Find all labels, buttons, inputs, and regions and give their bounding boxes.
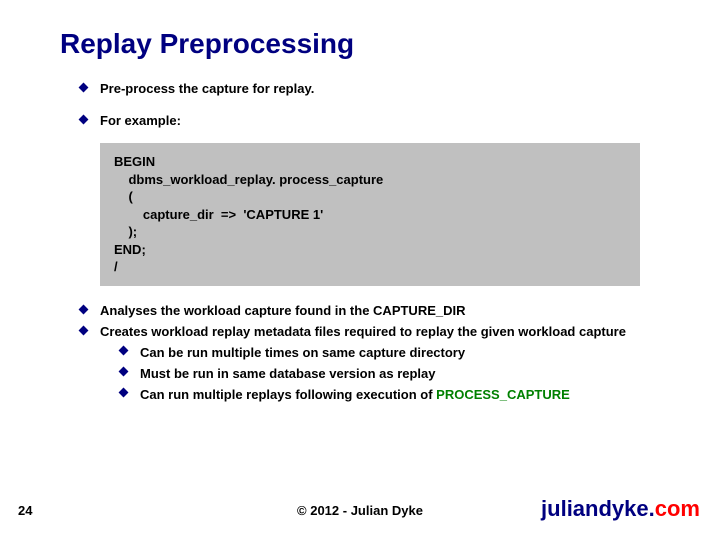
bullet-text: Pre-process the capture for replay. xyxy=(100,80,314,98)
sub-bullet-text: Can be run multiple times on same captur… xyxy=(140,344,465,362)
bullet-item: Analyses the workload capture found in t… xyxy=(60,302,660,320)
diamond-icon xyxy=(80,84,90,94)
bullet-item: Pre-process the capture for replay. xyxy=(60,80,660,98)
bullet-text: For example: xyxy=(100,112,181,130)
sub-bullet-item: Must be run in same database version as … xyxy=(100,365,626,383)
sub-bullet-text: Can run multiple replays following execu… xyxy=(140,386,570,404)
diamond-icon xyxy=(80,116,90,126)
sub-bullet-text: Must be run in same database version as … xyxy=(140,365,436,383)
code-block: BEGIN dbms_workload_replay. process_capt… xyxy=(100,143,640,286)
slide-title: Replay Preprocessing xyxy=(60,28,660,60)
sub-bullet-item: Can be run multiple times on same captur… xyxy=(100,344,626,362)
site-url: juliandyke.com xyxy=(541,496,700,522)
diamond-icon xyxy=(120,347,130,357)
diamond-icon xyxy=(120,389,130,399)
diamond-icon xyxy=(80,306,90,316)
diamond-icon xyxy=(80,327,90,337)
sub-bullet-item: Can run multiple replays following execu… xyxy=(100,386,626,404)
diamond-icon xyxy=(120,368,130,378)
bullet-text: Analyses the workload capture found in t… xyxy=(100,302,466,320)
keyword-highlight: PROCESS_CAPTURE xyxy=(436,387,570,402)
bullet-item: For example: xyxy=(60,112,660,130)
bullet-text: Creates workload replay metadata files r… xyxy=(100,324,626,339)
bullet-item: Creates workload replay metadata files r… xyxy=(60,323,660,406)
